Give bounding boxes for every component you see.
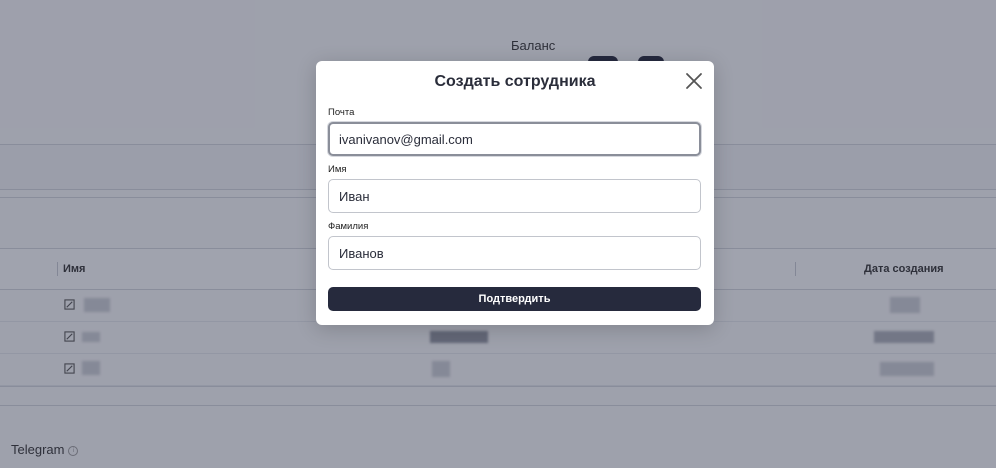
first-name-label: Имя	[328, 164, 347, 175]
close-icon[interactable]	[684, 71, 704, 91]
last-name-field[interactable]	[328, 236, 701, 270]
email-label: Почта	[328, 107, 355, 118]
submit-button[interactable]: Подтвердить	[328, 287, 701, 311]
email-field[interactable]	[328, 122, 701, 156]
create-employee-modal: Создать сотрудника Почта Имя Фамилия Под…	[316, 61, 714, 325]
modal-title: Создать сотрудника	[434, 73, 596, 90]
last-name-label: Фамилия	[328, 221, 369, 232]
first-name-field[interactable]	[328, 179, 701, 213]
